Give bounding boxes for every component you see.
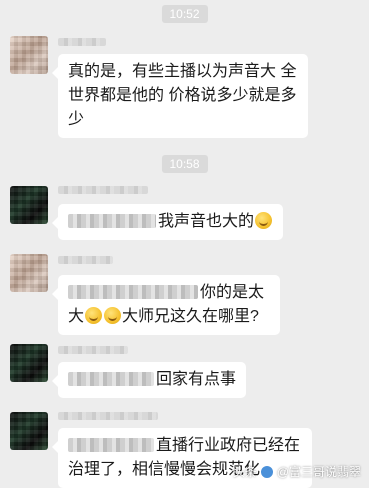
redacted-mention (68, 214, 156, 228)
message-text: 直播行业政府已经在 (156, 437, 301, 454)
account-logo-icon (259, 465, 274, 479)
message-bubble[interactable]: 真的是，有些主播以为声音大 全世界都是他的 价格说多少就是多少 (52, 54, 308, 138)
sender-name-redacted (58, 38, 106, 46)
avatar[interactable] (10, 186, 48, 224)
sender-name-redacted (58, 412, 158, 420)
message-text: 大师兄这久在哪里? (122, 308, 259, 325)
redacted-mention (68, 285, 198, 299)
message-text: 你的是太 (200, 284, 265, 301)
message-bubble[interactable]: 回家有点事 (51, 362, 247, 398)
avatar[interactable] (10, 36, 48, 74)
message-text: 回家有点事 (156, 371, 237, 388)
grin-emoji-icon (255, 212, 273, 229)
watermark: 头条 @富三哥说翡翠 (233, 464, 361, 480)
redacted-mention (68, 438, 154, 452)
watermark-account: @富三哥说翡翠 (276, 465, 361, 479)
avatar[interactable] (10, 412, 48, 450)
sender-name-redacted (58, 256, 113, 264)
redacted-mention (68, 372, 154, 386)
avatar[interactable] (10, 344, 48, 382)
grin-emoji-icon (104, 307, 122, 324)
sender-name-redacted (58, 346, 128, 354)
avatar[interactable] (10, 254, 48, 292)
timestamp: 10:52 (161, 5, 208, 23)
message-bubble[interactable]: 你的是太 大 大师兄这久在哪里? (52, 275, 280, 335)
message-bubble[interactable]: 我声音也大的 (51, 204, 284, 240)
message-text: 治理了，相信慢慢会规范化 (68, 461, 261, 478)
message-text: 大 (68, 308, 85, 325)
message-text: 真的是，有些主播以为声音大 全世界都是他的 价格说多少就是多少 (68, 63, 297, 128)
watermark-prefix: 头条 (232, 465, 257, 479)
message-text: 我声音也大的 (158, 213, 255, 230)
grin-emoji-icon (85, 307, 103, 324)
timestamp: 10:58 (161, 155, 208, 173)
sender-name-redacted (58, 186, 148, 194)
